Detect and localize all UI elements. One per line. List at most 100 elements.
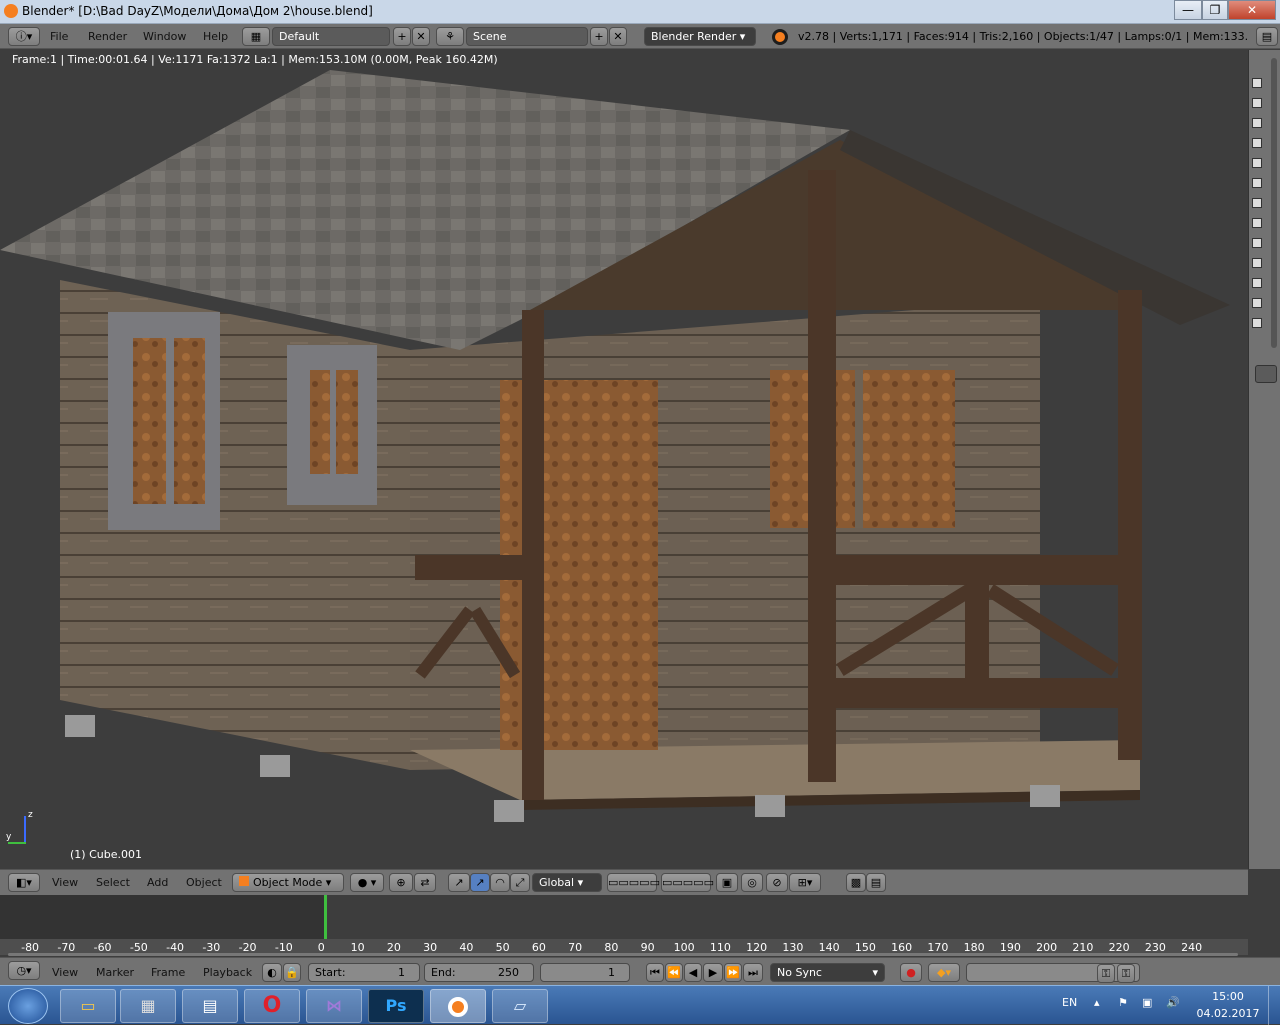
menu-window[interactable]: Window [143,30,186,43]
properties-editor-button[interactable] [1255,365,1277,383]
layers-grid-1[interactable]: ▭▭▭▭▭ [607,873,660,892]
render-engine-dropdown[interactable]: Blender Render ▾ [644,27,756,46]
editor-type-timeline-button[interactable]: ◷▾ [8,961,40,980]
clock-date[interactable]: 04.02.2017 [1194,1007,1262,1020]
snap-toggle-button[interactable]: ⊘ [766,873,788,892]
camera-icon[interactable] [1252,318,1262,328]
opengl-render-button[interactable]: ▩ [846,873,866,892]
outliner-editor-button[interactable]: ▤ [1256,27,1278,46]
orientation-dropdown[interactable]: Global ▾ [532,873,602,892]
camera-icon[interactable] [1252,218,1262,228]
scene-field[interactable]: Scene [466,27,588,46]
opera-taskbar-icon[interactable]: O [244,989,300,1023]
camera-icon[interactable] [1252,138,1262,148]
menu-add[interactable]: Add [147,876,168,889]
layers-grid-2[interactable]: ▭▭▭▭▭ [661,873,714,892]
start-button[interactable] [8,988,48,1024]
end-frame-field[interactable]: End: 250 [424,963,534,982]
add-layout-button[interactable]: + [393,27,411,46]
lock-range-button[interactable]: 🔒 [283,963,301,982]
pivot-point-button[interactable]: ⊕ [389,873,413,892]
timeline-tick-label: -20 [238,941,257,954]
camera-icon[interactable] [1252,98,1262,108]
delete-keyframe-button[interactable]: ⚿ [1117,964,1135,983]
play-button[interactable]: ▶ [703,963,723,982]
prev-keyframe-button[interactable]: ⏪ [665,963,683,982]
jump-end-button[interactable]: ⏭ [743,963,763,982]
preview-range-button[interactable]: ◐ [262,963,282,982]
camera-icon[interactable] [1252,158,1262,168]
record-button[interactable]: ● [900,963,922,982]
camera-icon[interactable] [1252,258,1262,268]
outliner-scrollbar[interactable] [1271,58,1277,348]
start-frame-field[interactable]: Start: 1 [308,963,420,982]
menu-marker[interactable]: Marker [96,966,134,979]
menu-render[interactable]: Render [88,30,127,43]
proportional-edit-button[interactable]: ◎ [741,873,763,892]
layer-lock-button[interactable]: ▣ [716,873,738,892]
camera-icon[interactable] [1252,298,1262,308]
close-button[interactable]: ✕ [1228,0,1276,20]
jump-start-button[interactable]: ⏮ [646,963,664,982]
play-reverse-button[interactable]: ◀ [684,963,702,982]
opengl-animation-button[interactable]: ▤ [866,873,886,892]
current-frame-field[interactable]: 1 [540,963,630,982]
menu-file[interactable]: File [50,30,68,43]
timeline-playhead[interactable] [324,895,327,939]
manipulator-toggle-button[interactable]: ⇄ [414,873,436,892]
rotate-manipulator-button[interactable]: ◠ [490,873,510,892]
editor-type-3d-button[interactable]: ◧▾ [8,873,40,892]
calculator-taskbar-icon[interactable]: ▦ [120,989,176,1023]
menu-object[interactable]: Object [186,876,222,889]
menu-select[interactable]: Select [96,876,130,889]
maximize-button[interactable]: ❐ [1202,0,1228,20]
scale-manipulator-button[interactable]: ⤢ [510,873,530,892]
remove-scene-button[interactable]: ✕ [609,27,627,46]
insert-keyframe-button[interactable]: ⚿ [1097,964,1115,983]
explorer-taskbar-icon[interactable]: ▭ [60,989,116,1023]
network-icon[interactable]: ▣ [1142,996,1152,1009]
menu-help[interactable]: Help [203,30,228,43]
notepad-taskbar-icon[interactable]: ▤ [182,989,238,1023]
flag-icon[interactable]: ⚑ [1118,996,1128,1009]
outliner-strip[interactable] [1248,50,1280,869]
scene-icon[interactable]: ⚘ [436,27,464,46]
camera-icon[interactable] [1252,178,1262,188]
volume-icon[interactable]: 🔊 [1166,996,1180,1009]
camera-icon[interactable] [1252,278,1262,288]
start-label: Start: [315,966,346,979]
screen-layout-icon[interactable]: ▦ [242,27,270,46]
mode-dropdown[interactable]: Object Mode ▾ [232,873,344,892]
show-desktop-button[interactable] [1268,986,1280,1025]
visual-studio-taskbar-icon[interactable]: ⋈ [306,989,362,1023]
screen-layout-field[interactable]: Default [272,27,390,46]
keying-set-button[interactable]: ◆▾ [928,963,960,982]
viewport-shading-button[interactable]: ● ▾ [350,873,384,892]
3d-viewport[interactable]: Frame:1 | Time:00:01.64 | Ve:1171 Fa:137… [0,50,1248,869]
tray-arrow-icon[interactable]: ▴ [1094,996,1100,1009]
snap-element-button[interactable]: ⊞▾ [789,873,821,892]
add-scene-button[interactable]: + [590,27,608,46]
move-manipulator-button[interactable]: ↗ [470,873,490,892]
language-indicator[interactable]: EN [1062,996,1077,1009]
translate-manipulator-button[interactable]: ↗ [448,873,470,892]
menu-frame[interactable]: Frame [151,966,185,979]
photoshop-taskbar-icon[interactable]: Ps [368,989,424,1023]
camera-icon[interactable] [1252,118,1262,128]
camera-icon[interactable] [1252,238,1262,248]
camera-icon[interactable] [1252,78,1262,88]
remove-layout-button[interactable]: ✕ [412,27,430,46]
sync-dropdown[interactable]: No Sync ▾ [770,963,885,982]
editor-type-info-button[interactable]: ⓘ▾ [8,27,40,46]
camera-icon[interactable] [1252,198,1262,208]
paint-taskbar-icon[interactable]: ▱ [492,989,548,1023]
clock-time[interactable]: 15:00 [1200,990,1256,1003]
timeline-area[interactable]: -80 -70 -60 -50 -40 -30 -20 -10 0 10 20 30 40 50 60 70 8… [0,895,1248,957]
minimize-button[interactable]: — [1174,0,1202,20]
menu-view-timeline[interactable]: View [52,966,78,979]
blender-taskbar-icon[interactable] [430,989,486,1023]
timeline-tick-label: 110 [709,941,731,954]
menu-view[interactable]: View [52,876,78,889]
menu-playback[interactable]: Playback [203,966,252,979]
next-keyframe-button[interactable]: ⏩ [724,963,742,982]
